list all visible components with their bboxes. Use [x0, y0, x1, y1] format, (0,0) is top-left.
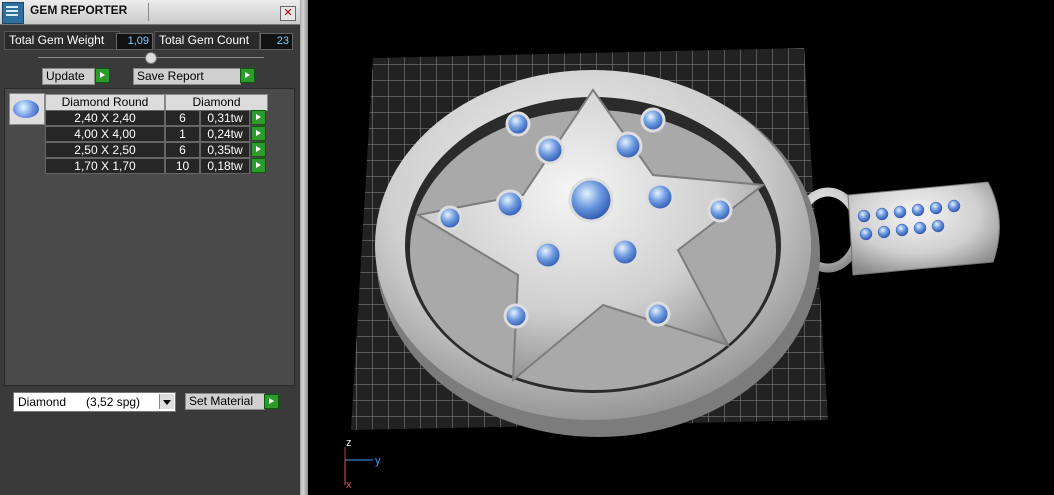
axis-label-y: y	[375, 455, 381, 467]
gem-size: 2,40 X 2,40	[45, 110, 165, 126]
total-gem-count-value: 23	[260, 33, 293, 50]
pendant-bail	[793, 181, 1000, 276]
gem-count: 10	[165, 158, 200, 174]
total-gem-weight-label: Total Gem Weight	[4, 31, 120, 50]
close-icon[interactable]: ✕	[280, 6, 296, 21]
gem-count: 6	[165, 110, 200, 126]
gem-reporter-panel: GEM REPORTER ✕ Total Gem Weight 1,09 Tot…	[0, 0, 300, 495]
axis-indicator: z y x	[344, 437, 381, 491]
gem-weight: 0,35tw	[200, 142, 250, 158]
diamond-round-thumbnail	[9, 93, 45, 125]
gem-size: 1,70 X 1,70	[45, 158, 165, 174]
update-play-icon[interactable]	[95, 68, 110, 83]
set-material-play-icon[interactable]	[264, 394, 279, 409]
header-gem-shape: Diamond Round	[45, 94, 165, 111]
select-gems-play-icon[interactable]	[251, 142, 266, 157]
update-button[interactable]: Update	[42, 68, 95, 85]
chevron-down-icon[interactable]	[159, 394, 174, 409]
axis-label-x: x	[346, 479, 352, 491]
panel-title: GEM REPORTER	[30, 3, 128, 17]
gem-reporter-icon	[2, 2, 24, 24]
gem-weight: 0,18tw	[200, 158, 250, 174]
material-select-value: Diamond (3,52 spg)	[18, 395, 141, 409]
axis-label-z: z	[346, 437, 352, 449]
gem-count: 1	[165, 126, 200, 142]
gem-size: 4,00 X 4,00	[45, 126, 165, 142]
material-select[interactable]: Diamond (3,52 spg)	[13, 392, 176, 412]
pendant-disc	[375, 70, 820, 437]
title-separator	[148, 3, 149, 21]
3d-viewport[interactable]: z y x	[308, 0, 1054, 495]
pendant-model-render: z y x	[344, 48, 1000, 491]
select-gems-play-icon[interactable]	[251, 158, 266, 173]
header-gem-material: Diamond	[165, 94, 268, 111]
panel-splitter-handle[interactable]	[145, 52, 157, 64]
gem-count: 6	[165, 142, 200, 158]
title-bar: GEM REPORTER ✕	[0, 0, 300, 25]
gem-weight: 0,31tw	[200, 110, 250, 126]
save-report-play-icon[interactable]	[240, 68, 255, 83]
total-gem-count-label: Total Gem Count	[154, 31, 260, 50]
panel-divider[interactable]	[300, 0, 308, 495]
save-report-button[interactable]: Save Report	[133, 68, 241, 85]
select-gems-play-icon[interactable]	[251, 126, 266, 141]
gem-weight: 0,24tw	[200, 126, 250, 142]
total-gem-weight-value: 1,09	[116, 33, 153, 50]
set-material-button[interactable]: Set Material	[185, 393, 265, 410]
gem-size: 2,50 X 2,50	[45, 142, 165, 158]
select-gems-play-icon[interactable]	[251, 110, 266, 125]
